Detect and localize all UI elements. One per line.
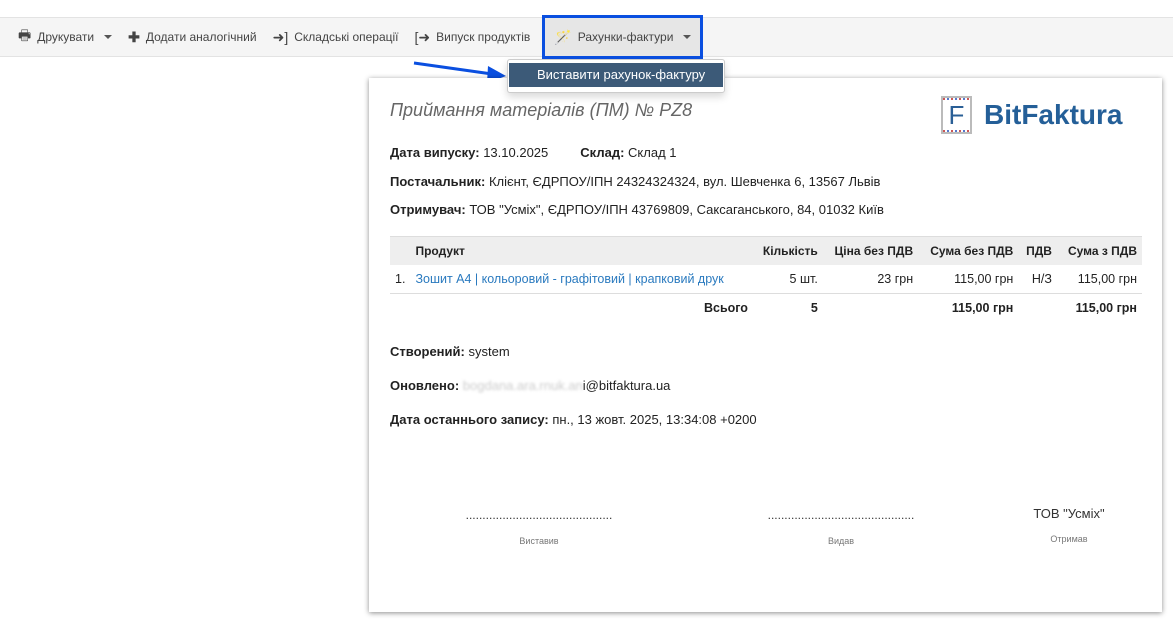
products-table: Продукт Кількість Ціна без ПДВ Сума без ПДВ…	[390, 236, 1142, 323]
sign-in-icon: ➜]	[272, 28, 289, 45]
issue-line: Дата випуску: 13.10.2025 Склад: Склад 1	[390, 145, 677, 160]
signature-issued: ........................................…	[465, 508, 613, 546]
recipient-line: Отримувач: ТОВ "Усміх", ЄДРПОУ/ІПН 43769…	[390, 202, 884, 217]
magic-wand-icon: 🪄	[554, 28, 572, 45]
supplier-line: Постачальник: Клієнт, ЄДРПОУ/ІПН 2432432…	[390, 174, 881, 189]
logo: F BitFaktura	[941, 96, 1122, 134]
invoices-dropdown-button[interactable]: 🪄 Рахунки-фактури	[542, 15, 704, 59]
printer-icon: 🖶	[18, 27, 32, 43]
product-link[interactable]: Зошит А4 | кольоровий - графітовий | кра…	[415, 272, 723, 286]
total-row: Всього 5 115,00 грн 115,00 грн	[703, 301, 1137, 316]
add-similar-button[interactable]: ✚ Додати аналогічний	[120, 18, 264, 56]
signature-given: ........................................…	[767, 508, 915, 546]
plus-icon: ✚	[128, 28, 140, 45]
updated-line: Оновлено: bogdana.ara.rnuk.ani@bitfaktur…	[390, 378, 671, 393]
created-line: Створений: system	[390, 344, 510, 359]
signature-received: ТОВ "Усміх" Отримав	[1033, 506, 1105, 544]
product-release-button[interactable]: [➜ Випуск продуктів	[407, 18, 539, 56]
sign-out-icon: [➜	[414, 28, 431, 45]
table-row: 1. Зошит А4 | кольоровий - графітовий | к…	[390, 264, 1142, 294]
caret-down-icon	[104, 35, 113, 39]
warehouse-operations-button[interactable]: ➜] Складські операції	[265, 18, 407, 56]
toolbar: 🖶 Друкувати ✚ Додати аналогічний ➜] Складсь…	[0, 15, 1173, 59]
logo-mark: F	[941, 96, 972, 134]
menu-item-issue-invoice[interactable]: Виставити рахунок-фактуру	[509, 63, 723, 87]
document-title: Приймання матеріалів (ПМ) № PZ8	[390, 100, 693, 120]
print-button[interactable]: 🖶 Друкувати	[10, 18, 120, 56]
invoices-dropdown-menu: Виставити рахунок-фактуру	[507, 59, 725, 93]
last-record-line: Дата останнього запису: пн., 13 жовт. 20…	[390, 412, 757, 427]
document: Приймання матеріалів (ПМ) № PZ8 F BitFakt…	[369, 78, 1162, 612]
caret-down-icon	[683, 35, 692, 39]
